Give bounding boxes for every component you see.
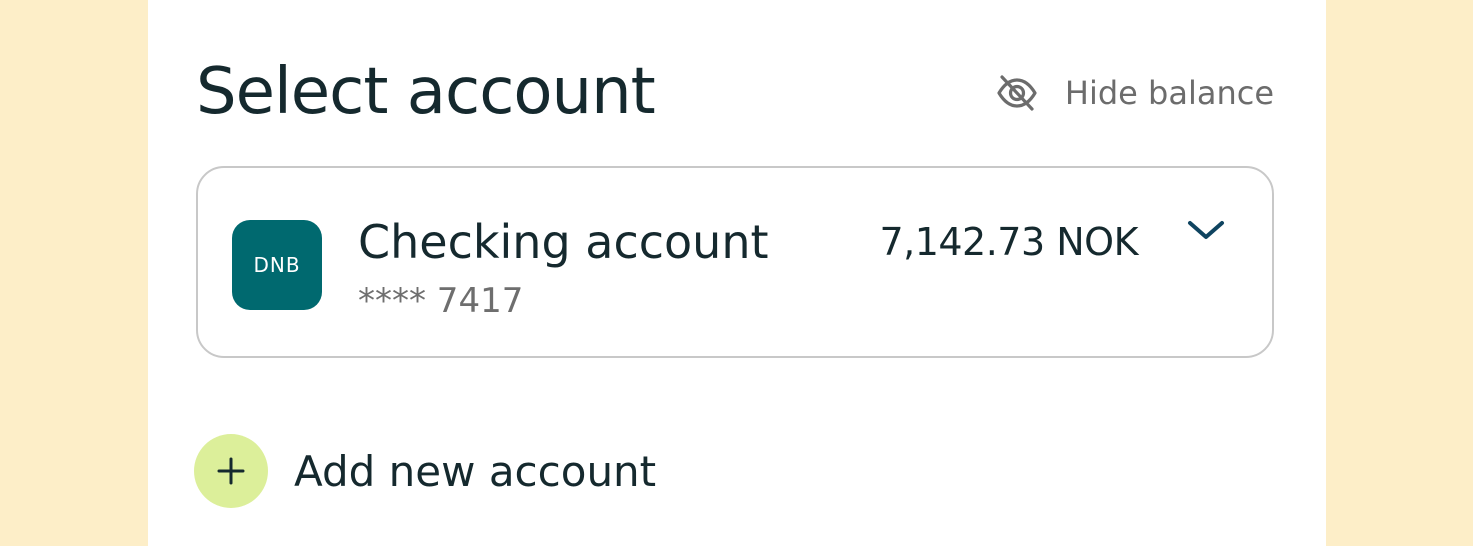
account-selector[interactable]: DNB Checking account **** 7417 7,142.73 … xyxy=(196,166,1274,358)
plus-icon xyxy=(194,434,268,508)
page-title: Select account xyxy=(196,55,656,129)
chevron-down-icon[interactable] xyxy=(1186,212,1226,248)
add-new-account-label: Add new account xyxy=(294,446,657,496)
account-number: **** 7417 xyxy=(358,281,524,321)
account-name: Checking account xyxy=(358,215,769,269)
bank-logo: DNB xyxy=(232,220,322,310)
select-account-panel: Select account Hide balance DNB Checking… xyxy=(148,0,1326,546)
bank-logo-text: DNB xyxy=(253,253,301,277)
hide-balance-button[interactable]: Hide balance xyxy=(995,70,1274,116)
hide-balance-label: Hide balance xyxy=(1064,74,1274,112)
eye-off-icon xyxy=(995,71,1039,115)
account-balance: 7,142.73 NOK xyxy=(879,220,1138,264)
add-new-account-button[interactable]: Add new account xyxy=(194,434,656,508)
